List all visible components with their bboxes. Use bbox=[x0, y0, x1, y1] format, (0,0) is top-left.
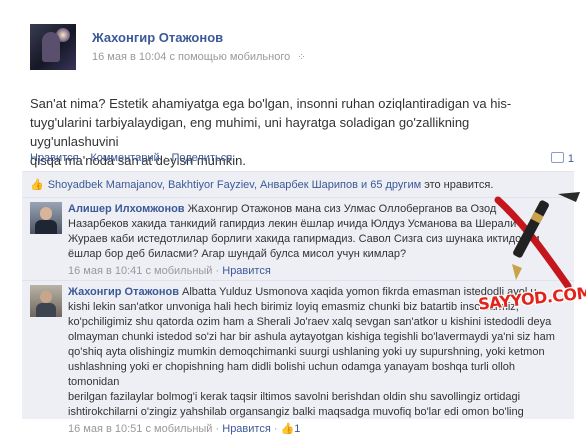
pen-nib bbox=[512, 264, 522, 280]
comment-like-button[interactable]: Нравится bbox=[222, 423, 271, 435]
comment-meta: 16 мая в 10:41 с мобильный · Нравится bbox=[68, 264, 558, 279]
comment-text: Жураев каби истедотлилар борлиги хакида … bbox=[68, 233, 540, 245]
comment-text: berilgan fazilaylar bolmog'i kerak taqsi… bbox=[68, 391, 521, 403]
likers-list[interactable]: Shoyadbek Mamajanov, Bakhtiyor Fayziev, … bbox=[48, 179, 421, 191]
thumbs-up-icon: 👍 bbox=[30, 179, 44, 191]
comment-text: ёшлар бор деб биласми? Агар шундай булса… bbox=[68, 248, 407, 260]
comment-button[interactable]: Комментарий bbox=[90, 152, 159, 164]
separator-dot: · bbox=[215, 423, 220, 435]
separator-dot: · bbox=[273, 423, 278, 435]
separator-dot: · bbox=[82, 152, 87, 164]
separator-dot: · bbox=[215, 265, 220, 277]
comment-time[interactable]: 16 мая в 10:41 bbox=[68, 265, 142, 277]
share-count[interactable]: 1 bbox=[550, 152, 574, 165]
post-via: с помощью мобильного bbox=[169, 51, 291, 63]
post-actions: Нравится · Комментарий · Поделиться bbox=[30, 152, 570, 164]
comment-via: с мобильный bbox=[145, 265, 213, 277]
comment-meta: 16 мая в 10:51 с мобильный · Нравится · … bbox=[68, 422, 568, 437]
like-button[interactable]: Нравится bbox=[30, 152, 79, 164]
comment-text: Жахонгир Отажонов мана сиз Улмас Оллобер… bbox=[187, 203, 497, 215]
avatar-figure bbox=[42, 32, 60, 62]
like-count-value: 1 bbox=[294, 423, 301, 435]
audience-icon[interactable]: ⁘ bbox=[297, 52, 305, 63]
avatar-head bbox=[40, 291, 52, 303]
post-time[interactable]: 16 мая в 10:04 bbox=[92, 51, 166, 63]
red-ribbon bbox=[494, 196, 572, 290]
comment-time[interactable]: 16 мая в 10:51 bbox=[68, 423, 142, 435]
comment-text: olmayman chunki istedod so'zi har bir as… bbox=[68, 331, 555, 343]
pen-cap bbox=[558, 192, 580, 202]
share-icon bbox=[550, 152, 564, 163]
comment-like-button[interactable]: Нравится bbox=[222, 265, 271, 277]
pen-illustration bbox=[494, 192, 580, 290]
post-header: Жахонгир Отажонов 16 мая в 10:04 с помощ… bbox=[30, 24, 570, 72]
share-button[interactable]: Поделиться bbox=[171, 152, 232, 164]
comment-like-count[interactable]: 👍1 bbox=[281, 423, 301, 435]
comment-text: Назарбеков хакида танкидий гапирдиз леки… bbox=[68, 218, 517, 230]
comment-text: ko'pchiligimiz shu qatorda ozim ham a Sh… bbox=[68, 316, 552, 328]
comment-body: Алишер Илхомжонов Жахонгир Отажонов мана… bbox=[68, 202, 558, 279]
likes-suffix: это нравится. bbox=[424, 179, 494, 191]
thumbs-up-icon: 👍 bbox=[280, 423, 295, 435]
commenter-name[interactable]: Жахонгир Отажонов bbox=[68, 286, 179, 298]
commenter-avatar[interactable] bbox=[30, 202, 62, 234]
avatar-head bbox=[40, 207, 52, 220]
post-text-line: San'at nima? Estetik ahamiyatga ega bo'l… bbox=[30, 96, 512, 111]
post-author-name[interactable]: Жахонгир Отажонов bbox=[92, 30, 223, 45]
commenter-avatar[interactable] bbox=[30, 285, 62, 317]
share-count-value: 1 bbox=[567, 153, 574, 165]
author-avatar[interactable] bbox=[30, 24, 76, 70]
avatar-body bbox=[35, 220, 57, 234]
post-text-line: tuyg'ularini tarbiyalaydigan, eng muhimi… bbox=[30, 115, 470, 149]
avatar-body bbox=[36, 303, 56, 317]
separator-dot: · bbox=[163, 152, 168, 164]
comment-text: qo'shiq ayta olishingiz mumkin demoqchim… bbox=[68, 346, 545, 358]
post-meta: 16 мая в 10:04 с помощью мобильного ⁘ bbox=[92, 51, 306, 63]
comment-via: с мобильный bbox=[145, 423, 213, 435]
commenter-name[interactable]: Алишер Илхомжонов bbox=[68, 203, 185, 215]
comment-text: ushlashning yoki er chopishning ham didl… bbox=[68, 361, 515, 388]
